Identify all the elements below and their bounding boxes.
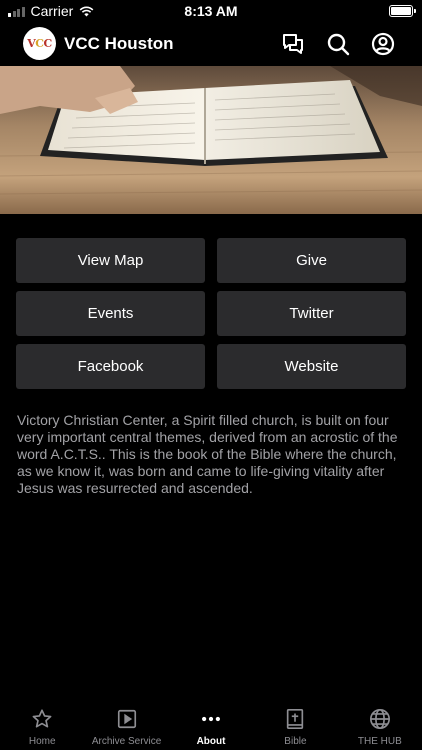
nav-bar: VCC VCC Houston <box>0 22 422 66</box>
status-bar: Carrier 8:13 AM <box>0 0 422 22</box>
tab-bar: Home Archive Service About Bible THE HUB <box>0 700 422 750</box>
battery-icon <box>389 5 416 17</box>
events-button[interactable]: Events <box>16 291 205 336</box>
tab-archive-service[interactable]: Archive Service <box>84 700 168 750</box>
website-button[interactable]: Website <box>217 344 406 389</box>
profile-icon[interactable] <box>370 31 396 57</box>
facebook-button[interactable]: Facebook <box>16 344 205 389</box>
tab-label: Archive Service <box>91 736 162 747</box>
link-button-grid: View Map Give Events Twitter Facebook We… <box>16 238 406 389</box>
logo-letters: VCC <box>27 37 52 50</box>
tab-the-hub[interactable]: THE HUB <box>338 700 422 750</box>
battery-fill <box>391 7 411 15</box>
tab-label: Bible <box>284 736 307 747</box>
search-icon[interactable] <box>325 31 351 57</box>
hero-image <box>0 66 422 214</box>
tab-about[interactable]: About <box>169 700 253 750</box>
globe-icon <box>369 708 391 730</box>
bible-icon <box>284 708 306 730</box>
chat-icon[interactable] <box>280 31 306 57</box>
logo-text: VCC <box>27 37 52 50</box>
tab-label: THE HUB <box>357 736 402 747</box>
tab-label: About <box>196 736 226 747</box>
open-bible-illustration <box>0 66 422 214</box>
play-icon <box>116 708 138 730</box>
view-map-button[interactable]: View Map <box>16 238 205 283</box>
app-title: VCC Houston <box>64 34 174 53</box>
status-time: 8:13 AM <box>184 3 238 19</box>
give-button[interactable]: Give <box>217 238 406 283</box>
more-icon <box>200 708 222 730</box>
star-icon <box>31 708 53 730</box>
about-description: Victory Christian Center, a Spirit fille… <box>17 412 398 496</box>
tab-bible[interactable]: Bible <box>253 700 337 750</box>
tab-label: Home <box>28 736 56 747</box>
tab-home[interactable]: Home <box>0 700 84 750</box>
twitter-button[interactable]: Twitter <box>217 291 406 336</box>
church-logo: VCC <box>23 27 56 60</box>
